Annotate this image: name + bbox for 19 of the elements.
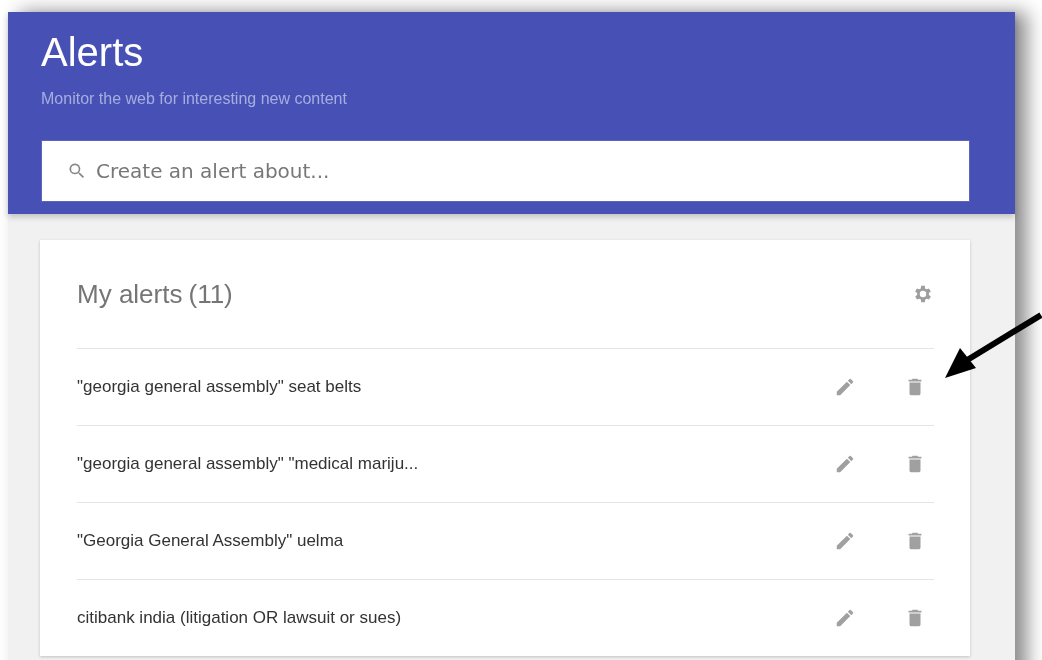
alert-count: (11) — [188, 278, 233, 310]
search-icon — [67, 161, 87, 181]
edit-button[interactable] — [834, 376, 856, 398]
search-field[interactable]: Create an alert about... — [41, 140, 970, 202]
settings-button[interactable] — [912, 283, 934, 305]
alert-query[interactable]: "georgia general assembly" "medical mariju... — [77, 454, 834, 474]
pencil-icon — [834, 607, 856, 629]
alert-query[interactable]: "georgia general assembly" seat belts — [77, 377, 834, 397]
card-title: My alerts — [77, 278, 183, 310]
alert-query[interactable]: citibank india (litigation OR lawsuit or sues) — [77, 608, 834, 628]
page-title: Alerts — [41, 30, 145, 74]
edit-button[interactable] — [834, 453, 856, 475]
pencil-icon — [834, 530, 856, 552]
edit-button[interactable] — [834, 530, 856, 552]
alert-query[interactable]: "Georgia General Assembly" uelma — [77, 531, 834, 551]
pencil-icon — [834, 453, 856, 475]
page-subtitle: Monitor the web for interesting new content — [41, 90, 348, 108]
pencil-icon — [834, 376, 856, 398]
edit-button[interactable] — [834, 607, 856, 629]
